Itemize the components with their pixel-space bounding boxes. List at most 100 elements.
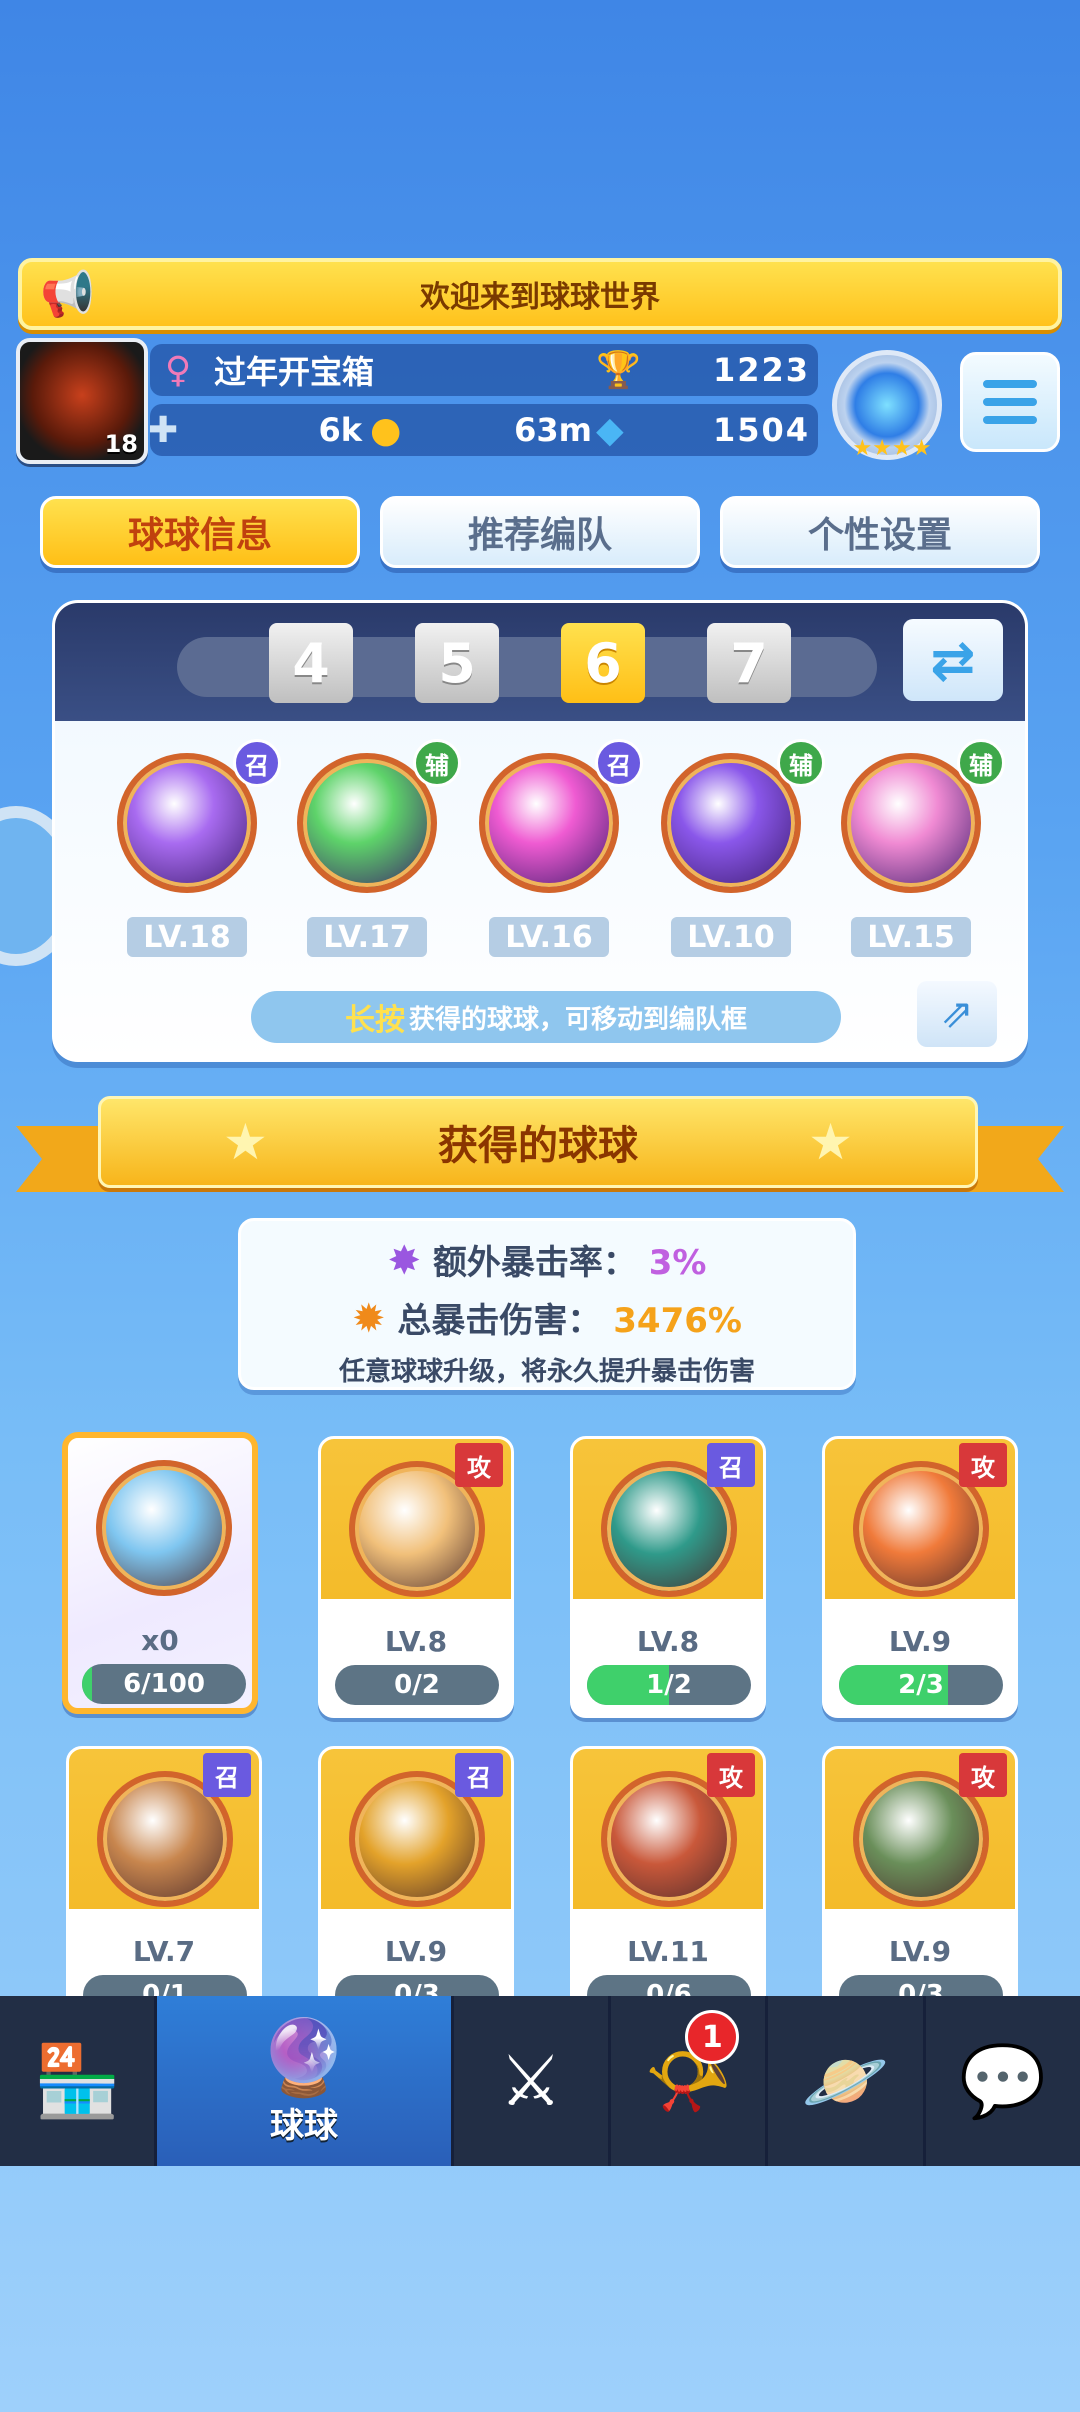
notification-badge: 1: [685, 2010, 740, 2064]
coin-add-icon[interactable]: ●: [370, 410, 401, 451]
card-level: LV.8: [636, 1625, 700, 1658]
team-ball-3-level: LV.16: [489, 917, 609, 957]
card-level: x0: [141, 1624, 179, 1657]
card-progress: 6/100: [82, 1664, 246, 1704]
card-progress: 0/2: [335, 1665, 499, 1705]
ball-card-1[interactable]: x0 6/100: [62, 1432, 258, 1714]
card-level: LV.7: [132, 1935, 196, 1968]
female-icon: ♀: [164, 349, 192, 391]
team-ball-5-level: LV.15: [851, 917, 971, 957]
extra-crit-line: ✸ 额外暴击率： 3%: [241, 1235, 853, 1284]
card-tag: 攻: [959, 1443, 1007, 1487]
gem-value: 1504: [712, 411, 810, 449]
team-ball-2-level: LV.17: [307, 917, 427, 957]
ball-jar-icon: 🔮: [257, 2015, 351, 2101]
extra-crit-value: 3%: [648, 1243, 707, 1283]
crit-note: 任意球球升级，将永久提升暴击伤害: [338, 1357, 755, 1387]
team-panel: 4 5 6 7 ⇄ 召 LV.18 辅 LV.17 召 LV.16 辅 LV.1…: [52, 600, 1028, 1062]
rank-stars-icon: ★★★★: [852, 436, 932, 461]
welcome-banner[interactable]: 📢 欢迎来到球球世界: [18, 258, 1062, 330]
player-level: 18: [104, 430, 138, 458]
team-ball-4-tag: 辅: [777, 739, 825, 787]
megaphone-icon: 📢: [40, 269, 95, 320]
team-number-6[interactable]: 6: [561, 623, 645, 703]
tab-ball-info[interactable]: 球球信息: [40, 496, 360, 568]
total-crit-value: 3476%: [613, 1301, 742, 1341]
trophy-icon: 🏆: [596, 350, 641, 391]
hint-bold: 长按: [344, 1003, 405, 1038]
card-level: LV.9: [888, 1625, 952, 1658]
team-number-5[interactable]: 5: [415, 623, 499, 703]
rank-emblem[interactable]: ★★★★: [832, 350, 942, 461]
team-ball-1-level: LV.18: [127, 917, 247, 957]
team-number-4[interactable]: 4: [269, 623, 353, 703]
card-ball-icon: [96, 1460, 232, 1596]
ball-card-7[interactable]: 攻 LV.11 0/6: [570, 1746, 766, 2028]
nav-battle[interactable]: ⚔: [454, 1996, 611, 2166]
card-tag: 攻: [455, 1443, 503, 1487]
swap-team-button[interactable]: ⇄: [903, 619, 1003, 701]
hint-text: 获得的球球，可移动到编队框: [408, 1004, 747, 1035]
ball-card-4[interactable]: 攻 LV.9 2/3: [822, 1436, 1018, 1718]
card-level: LV.11: [627, 1935, 709, 1968]
menu-button[interactable]: [960, 352, 1060, 452]
crit-info-box: ✸ 额外暴击率： 3% ✹ 总暴击伤害： 3476% 任意球球升级，将永久提升暴…: [238, 1218, 856, 1390]
crit-damage-icon: ✹: [352, 1296, 386, 1342]
ball-card-2[interactable]: 攻 LV.8 0/2: [318, 1436, 514, 1718]
team-number-7[interactable]: 7: [707, 623, 791, 703]
team-ball-4-level: LV.10: [671, 917, 791, 957]
card-level: LV.9: [384, 1935, 448, 1968]
coin-value: 63m: [514, 411, 592, 449]
card-progress: 2/3: [839, 1665, 1003, 1705]
total-crit-label: 总暴击伤害：: [397, 1301, 602, 1341]
nav-social[interactable]: 💬: [926, 1996, 1080, 2166]
star-icon: ★: [808, 1113, 853, 1171]
nav-whistle[interactable]: 📯 1: [611, 1996, 769, 2166]
card-progress: 1/2: [587, 1665, 751, 1705]
menu-icon: [983, 380, 1037, 388]
swap-icon: ⇄: [930, 628, 976, 692]
team-ball-5-tag: 辅: [957, 739, 1005, 787]
tab-personal-settings[interactable]: 个性设置: [720, 496, 1040, 568]
gem-add-icon[interactable]: ◆: [596, 410, 624, 451]
stamina-value: 6k: [318, 411, 362, 449]
shop-icon: 🏪: [33, 2039, 121, 2122]
ball-card-6[interactable]: 召 LV.9 0/3: [318, 1746, 514, 2028]
nav-balls-label: 球球: [269, 2106, 338, 2146]
ball-card-3[interactable]: 召 LV.8 1/2: [570, 1436, 766, 1718]
ball-card-8[interactable]: 攻 LV.9 0/3: [822, 1746, 1018, 2028]
player-name: 过年开宝箱: [214, 353, 375, 391]
obtained-balls-ribbon: ★ 获得的球球 ★: [98, 1096, 978, 1188]
ball-card-5[interactable]: 召 LV.7 0/1: [66, 1746, 262, 2028]
star-icon: ★: [223, 1113, 268, 1171]
nav-planet[interactable]: 🪐: [768, 1996, 926, 2166]
tab-recommended-team[interactable]: 推荐编队: [380, 496, 700, 568]
team-panel-header: 4 5 6 7 ⇄: [55, 603, 1025, 721]
bottom-nav: 🏪 🔮 球球 ⚔ 📯 1 🪐 💬: [0, 1996, 1080, 2166]
share-icon: ⇗: [940, 991, 974, 1037]
share-button[interactable]: ⇗: [917, 981, 997, 1047]
nav-shop[interactable]: 🏪: [0, 1996, 158, 2166]
card-tag: 攻: [707, 1753, 755, 1797]
trophy-count: 1223: [712, 351, 810, 389]
card-tag: 召: [455, 1753, 503, 1797]
card-tag: 召: [707, 1443, 755, 1487]
player-name-row: ♀ 过年开宝箱 🏆 1223: [150, 344, 818, 396]
crossed-swords-icon: ⚔: [499, 2040, 563, 2122]
drag-hint: 长按 获得的球球，可移动到编队框: [251, 991, 841, 1043]
card-level: LV.8: [384, 1625, 448, 1658]
welcome-text: 欢迎来到球球世界: [420, 280, 660, 315]
card-level: LV.9: [888, 1935, 952, 1968]
extra-crit-label: 额外暴击率：: [432, 1243, 637, 1283]
crit-burst-icon: ✸: [387, 1238, 422, 1284]
team-ball-3-tag: 召: [595, 739, 643, 787]
nav-balls[interactable]: 🔮 球球: [157, 1996, 454, 2166]
total-crit-line: ✹ 总暴击伤害： 3476%: [241, 1293, 853, 1342]
team-ball-1-tag: 召: [233, 739, 281, 787]
card-tag: 攻: [959, 1753, 1007, 1797]
currency-row: ✚ 6k ● 63m ◆ 1504: [148, 404, 818, 456]
card-tag: 召: [203, 1753, 251, 1797]
ribbon-tail-right: [964, 1126, 1064, 1192]
player-avatar[interactable]: 18: [16, 338, 148, 464]
obtained-title: 获得的球球: [438, 1123, 638, 1169]
